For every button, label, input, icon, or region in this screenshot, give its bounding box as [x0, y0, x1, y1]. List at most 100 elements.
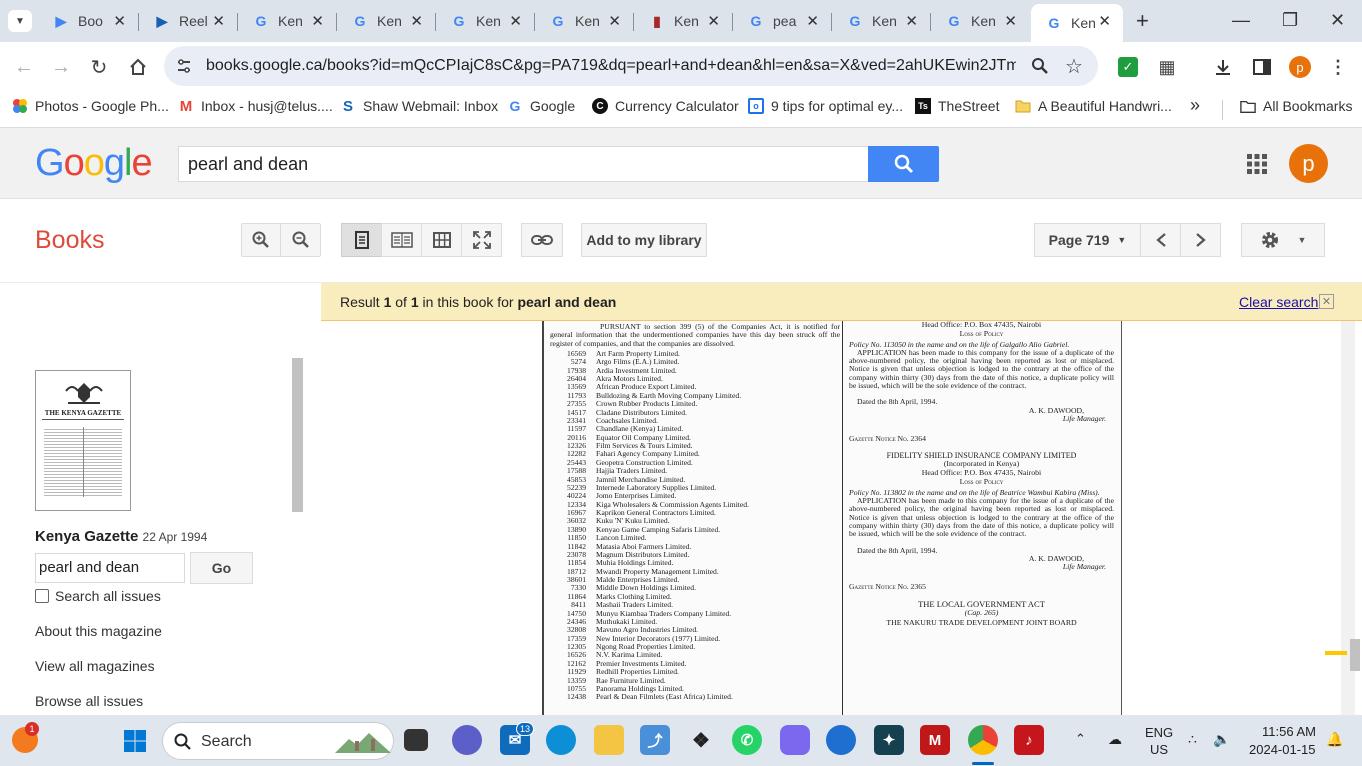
- edge-icon[interactable]: [546, 725, 576, 755]
- clock-date[interactable]: 2024-01-15: [1249, 742, 1316, 757]
- settings-button[interactable]: ▼: [1241, 223, 1325, 257]
- more-bookmarks-button[interactable]: »: [1190, 95, 1200, 116]
- apps-grid-icon[interactable]: [1245, 152, 1269, 176]
- browser-tab[interactable]: ▶ Reel ✕: [139, 4, 237, 38]
- restore-icon[interactable]: ❐: [1282, 10, 1298, 31]
- browser-menu-icon[interactable]: ⋮: [1328, 55, 1348, 79]
- viewer-scrollbar-thumb[interactable]: [1350, 639, 1360, 671]
- app-cube-icon[interactable]: [780, 725, 810, 755]
- close-tab-icon[interactable]: ✕: [509, 12, 522, 30]
- omnibox[interactable]: books.google.ca/books?id=mQcCPIajC8sC&pg…: [164, 46, 1098, 86]
- close-tab-icon[interactable]: ✕: [410, 12, 423, 30]
- next-page-button[interactable]: [1180, 223, 1221, 257]
- about-magazine-link[interactable]: About this magazine: [35, 623, 162, 639]
- view-all-magazines-link[interactable]: View all magazines: [35, 658, 155, 674]
- dropbox-icon[interactable]: ❖: [686, 725, 716, 755]
- zoom-icon[interactable]: [1029, 55, 1051, 77]
- network-cloud-icon[interactable]: ☁: [1108, 731, 1122, 748]
- checkbox-box[interactable]: [35, 589, 49, 603]
- close-tab-icon[interactable]: ✕: [212, 12, 225, 30]
- bookmark-item[interactable]: M Inbox - husj@telus....: [178, 98, 333, 115]
- all-bookmarks-button[interactable]: All Bookmarks: [1240, 98, 1352, 114]
- google-logo[interactable]: Google: [35, 142, 153, 185]
- task-view-icon[interactable]: [404, 729, 428, 751]
- extensions-puzzle-icon[interactable]: ▦: [1155, 55, 1179, 79]
- page-selector[interactable]: Page 719 ▼: [1034, 223, 1141, 257]
- wifi-icon[interactable]: ∴: [1188, 731, 1197, 748]
- extension-check-icon[interactable]: ✓: [1118, 57, 1138, 77]
- bookmark-item[interactable]: C Currency Calculator: [592, 98, 739, 114]
- close-window-icon[interactable]: ✕: [1330, 10, 1345, 31]
- windows-start-icon[interactable]: [122, 728, 148, 754]
- thumbnail-view-button[interactable]: [421, 223, 462, 257]
- close-tab-icon[interactable]: ✕: [608, 12, 621, 30]
- bookmark-item[interactable]: Ts TheStreet: [915, 98, 999, 114]
- region-label[interactable]: US: [1150, 742, 1168, 757]
- reload-icon[interactable]: ↻: [87, 55, 111, 79]
- close-tab-icon[interactable]: ✕: [905, 12, 918, 30]
- books-title[interactable]: Books: [35, 226, 104, 255]
- browser-tab[interactable]: G Ken ✕: [436, 4, 534, 38]
- new-tab-button[interactable]: +: [1136, 8, 1149, 34]
- forward-icon[interactable]: →: [49, 55, 73, 79]
- mcafee-icon[interactable]: M: [920, 725, 950, 755]
- search-in-book-input[interactable]: pearl and dean: [35, 553, 185, 583]
- browser-tab[interactable]: ▶ Boo ✕: [38, 4, 138, 38]
- snip-tool-icon[interactable]: ⤴: [640, 725, 670, 755]
- bookmark-item[interactable]: A Beautiful Handwri...: [1015, 98, 1172, 114]
- browser-tab[interactable]: ▮ Ken ✕: [634, 4, 732, 38]
- site-info-icon[interactable]: [174, 56, 194, 76]
- whatsapp-icon[interactable]: ✆: [732, 725, 762, 755]
- browser-tab[interactable]: G Ken ✕: [337, 4, 435, 38]
- chevron-up-icon[interactable]: ⌃: [1075, 731, 1086, 747]
- bookmark-item[interactable]: Photos - Google Ph...: [12, 98, 169, 114]
- defender-icon[interactable]: [826, 725, 856, 755]
- main-search-input[interactable]: pearl and dean: [178, 146, 869, 182]
- go-button[interactable]: Go: [190, 552, 253, 584]
- single-page-view-button[interactable]: [341, 223, 382, 257]
- close-tab-icon[interactable]: ✕: [311, 12, 324, 30]
- bookmark-item[interactable]: G Google: [507, 98, 576, 114]
- browse-all-issues-link[interactable]: Browse all issues: [35, 693, 143, 709]
- add-to-library-button[interactable]: Add to my library: [581, 223, 707, 257]
- browser-tab[interactable]: G pea ✕: [733, 4, 831, 38]
- notification-bell-icon[interactable]: 🔔: [1326, 731, 1343, 748]
- book-thumbnail[interactable]: THE KENYA GAZETTE: [35, 370, 131, 511]
- close-tab-icon[interactable]: ✕: [707, 12, 720, 30]
- clear-search-link[interactable]: Clear search: [1239, 294, 1318, 310]
- close-tab-icon[interactable]: ✕: [113, 12, 126, 30]
- taskbar-search[interactable]: Search: [162, 722, 394, 760]
- browser-tab[interactable]: G Ken ✕: [535, 4, 633, 38]
- file-explorer-icon[interactable]: [594, 725, 624, 755]
- close-tab-icon[interactable]: ✕: [1098, 12, 1111, 30]
- close-tab-icon[interactable]: ✕: [806, 12, 819, 30]
- chat-icon[interactable]: [452, 725, 482, 755]
- chrome-icon[interactable]: [968, 725, 998, 755]
- close-tab-icon[interactable]: ✕: [1004, 12, 1017, 30]
- fullscreen-button[interactable]: [461, 223, 502, 257]
- profile-avatar[interactable]: p: [1289, 56, 1311, 78]
- home-icon[interactable]: [126, 55, 150, 79]
- previous-page-button[interactable]: [1140, 223, 1181, 257]
- bookmark-star-icon[interactable]: ☆: [1062, 54, 1086, 78]
- search-button[interactable]: [868, 146, 939, 182]
- language-label[interactable]: ENG: [1145, 725, 1173, 740]
- bookmark-item[interactable]: S Shaw Webmail: Inbox: [340, 98, 498, 115]
- close-icon[interactable]: ✕: [1319, 294, 1334, 309]
- clock-time[interactable]: 11:56 AM: [1262, 724, 1316, 739]
- account-avatar[interactable]: p: [1289, 144, 1328, 183]
- browser-tab[interactable]: G Ken ✕: [832, 4, 930, 38]
- browser-tab-active[interactable]: G Ken ✕: [1031, 4, 1123, 42]
- search-hit-marker[interactable]: [1325, 651, 1347, 655]
- search-all-issues-checkbox[interactable]: Search all issues: [35, 588, 161, 604]
- sidebar-scrollbar[interactable]: [292, 358, 303, 512]
- zoom-out-button[interactable]: [280, 223, 321, 257]
- speaker-icon[interactable]: 🔈: [1213, 731, 1230, 748]
- two-page-view-button[interactable]: [381, 223, 422, 257]
- zoom-in-button[interactable]: [241, 223, 281, 257]
- back-icon[interactable]: ←: [12, 55, 36, 79]
- browser-tab[interactable]: G Ken ✕: [238, 4, 336, 38]
- side-panel-icon[interactable]: [1250, 55, 1274, 79]
- book-viewer[interactable]: PURSUANT to section 399 (5) of the Compa…: [321, 321, 1362, 715]
- minimize-icon[interactable]: —: [1232, 10, 1250, 31]
